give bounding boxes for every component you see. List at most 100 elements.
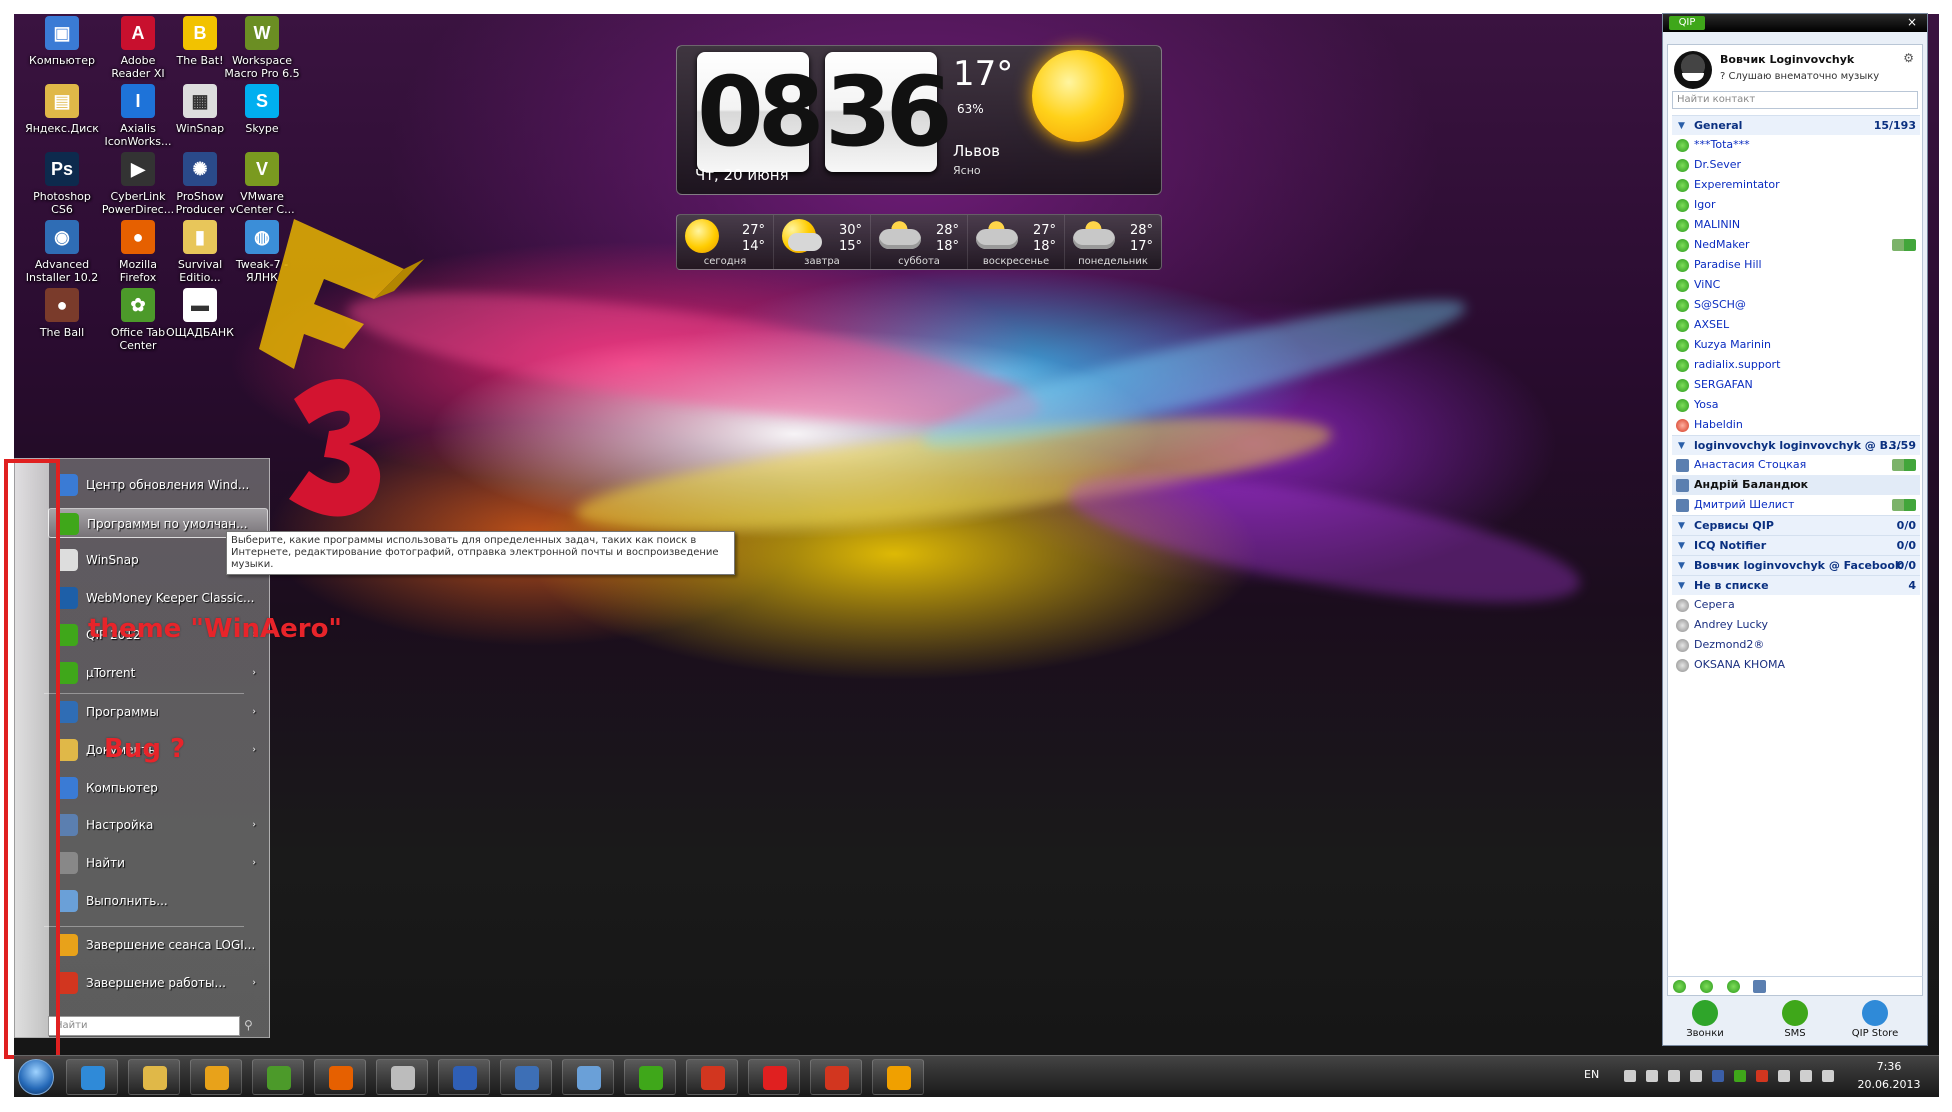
qip-sms-button[interactable]: SMS [1765,1000,1825,1039]
clock-date-tray[interactable]: 20.06.2013 [1854,1078,1924,1091]
action-center-icon[interactable] [1778,1070,1790,1082]
contact-item[interactable]: MALININ [1672,215,1920,235]
start-item-settings[interactable]: Настройка › [48,810,268,840]
taskbar-button-media-app[interactable] [748,1059,800,1095]
taskbar-button-gear-app[interactable] [562,1059,614,1095]
contact-item[interactable]: Habeldin [1672,415,1920,435]
desktop-icon-computer[interactable]: ▣ Компьютер [24,16,100,67]
qip-phone-button[interactable]: Звонки [1675,1000,1735,1039]
contact-item[interactable]: radialix.support [1672,355,1920,375]
desktop-icon-advanced-installer[interactable]: ◉ Advanced Installer 10.2 [24,220,100,284]
contact-group[interactable]: ▼ General 15/193 [1672,115,1920,135]
taskbar-button-internet-explorer[interactable] [66,1059,118,1095]
taskbar-button-windows[interactable] [252,1059,304,1095]
flag-icon[interactable] [1712,1070,1724,1082]
contact-search-input[interactable]: Найти контакт [1672,91,1918,109]
desktop-icon-yandex-disk[interactable]: ▤ Яндекс.Диск [24,84,100,135]
taskbar-button-save-app[interactable] [438,1059,490,1095]
contact-item[interactable]: Yosa [1672,395,1920,415]
avatar[interactable] [1674,51,1712,89]
contact-item[interactable]: Dr.Sever [1672,155,1920,175]
clover-icon[interactable] [1726,980,1740,993]
taskbar-button-xbmc[interactable] [500,1059,552,1095]
desktop-icon-workspace-macro[interactable]: W Workspace Macro Pro 6.5 [224,16,300,80]
status-online-icon[interactable] [1673,980,1686,993]
taskbar-button-winamp[interactable] [872,1059,924,1095]
vk-icon[interactable] [1753,980,1767,993]
clock-weather-widget[interactable]: 08 36 Чт, 20 июня 17° 63% Львов Ясно [676,45,1162,195]
desktop-icon-photoshop[interactable]: Ps Photoshop CS6 [24,152,100,216]
start-button[interactable] [18,1059,54,1095]
contact-group[interactable]: ▼ Не в списке 4 [1672,575,1920,595]
taskbar-button-qip[interactable] [624,1059,676,1095]
desktop-icon-skype[interactable]: S Skype [224,84,300,135]
taskbar-button-app-cloud[interactable] [376,1059,428,1095]
contact-group[interactable]: ▼ ICQ Notifier 0/0 [1672,535,1920,555]
contact-item[interactable]: Серега [1672,595,1920,615]
contact-item[interactable]: Paradise Hill [1672,255,1920,275]
network-icon[interactable] [1624,1070,1636,1082]
qip-titlebar[interactable]: QIP × [1663,14,1927,32]
contact-item[interactable]: S@SCH@ [1672,295,1920,315]
forecast-day[interactable]: 27° 14° сегодня [677,215,774,269]
contact-item[interactable]: NedMaker [1672,235,1920,255]
close-icon[interactable]: × [1907,15,1917,29]
taskbar-button-explorer[interactable] [128,1059,180,1095]
start-item-shutdown[interactable]: Завершение работы... › [48,968,268,998]
weather-forecast[interactable]: 27° 14° сегодня 30° 15° завтра 28° 18° суббота 27… [676,214,1162,270]
start-item-computer[interactable]: Компьютер [48,773,268,803]
desktop-icon-oschadbank[interactable]: ▬ ОЩАДБАНК [162,288,238,339]
qip-tray-icon[interactable] [1734,1070,1746,1082]
gear-icon[interactable]: ⚙ [1903,51,1914,65]
contact-item[interactable]: Анастасия Стоцкая [1672,455,1920,475]
icq-icon[interactable] [1699,980,1713,993]
forecast-day[interactable]: 27° 18° воскресенье [968,215,1065,269]
start-item-run[interactable]: Выполнить... [48,886,268,916]
contact-item[interactable]: Андрій Баландюк [1672,475,1920,495]
start-menu-search-input[interactable]: Найти [48,1016,240,1036]
search-icon[interactable]: ⚲ [244,1018,253,1032]
contact-item[interactable]: Andrey Lucky [1672,615,1920,635]
forecast-day[interactable]: 28° 18° суббота [871,215,968,269]
contact-item[interactable]: SERGAFAN [1672,375,1920,395]
contact-group[interactable]: ▼ Вовчик loginvovchyk @ Facebook 0/0 [1672,555,1920,575]
contact-group[interactable]: ▼ loginvovchyk loginvovchyk @ B... 3/59 [1672,435,1920,455]
forecast-day[interactable]: 28° 17° понедельник [1065,215,1161,269]
volume-icon[interactable] [1822,1070,1834,1082]
contact-item[interactable]: Kuzya Marinin [1672,335,1920,355]
start-item-utorrent[interactable]: µTorrent › [48,658,268,688]
tray-app-icon[interactable] [1668,1070,1680,1082]
clock-time[interactable]: 7:36 [1854,1060,1924,1073]
desktop-icon-the-ball[interactable]: ● The Ball [24,288,100,339]
contact-item[interactable]: ViNC [1672,275,1920,295]
taskbar-button-media-player[interactable] [190,1059,242,1095]
contact-item[interactable]: ***Tota*** [1672,135,1920,155]
qip-toolbar [1667,976,1923,994]
start-item-windows-update[interactable]: Центр обновления Wind... [48,470,268,500]
desktop-icon-vmware[interactable]: V VMware vCenter C... [224,152,300,216]
start-item-logoff[interactable]: Завершение сеанса LOGI... [48,930,268,960]
tray-app-icon[interactable] [1646,1070,1658,1082]
contact-item[interactable]: Igor [1672,195,1920,215]
contact-item[interactable]: Дмитрий Шелист [1672,495,1920,515]
qip-user-status[interactable]: ? Слушаю внематочно музыку [1720,71,1879,82]
contact-item[interactable]: OKSANA KHOMA [1672,655,1920,675]
tray-app-icon[interactable] [1690,1070,1702,1082]
taskbar-button-tools[interactable] [686,1059,738,1095]
taskbar-button-recycle[interactable] [810,1059,862,1095]
forecast-day[interactable]: 30° 15° завтра [774,215,871,269]
qip-logo[interactable]: QIP [1669,16,1705,30]
start-item-programs[interactable]: Программы › [48,697,268,727]
forecast-day-name: суббота [898,256,940,267]
language-indicator[interactable]: EN [1584,1068,1599,1081]
qip-qip-store-button[interactable]: QIP Store [1845,1000,1905,1039]
contact-group[interactable]: ▼ Сервисы QIP 0/0 [1672,515,1920,535]
taskbar-button-firefox[interactable] [314,1059,366,1095]
start-item-webmoney[interactable]: WebMoney Keeper Classic... [48,583,268,613]
start-item-search[interactable]: Найти › [48,848,268,878]
contact-item[interactable]: AXSEL [1672,315,1920,335]
contact-item[interactable]: Experemintator [1672,175,1920,195]
tray-app-icon[interactable] [1756,1070,1768,1082]
display-icon[interactable] [1800,1070,1812,1082]
contact-item[interactable]: Dezmond2® [1672,635,1920,655]
